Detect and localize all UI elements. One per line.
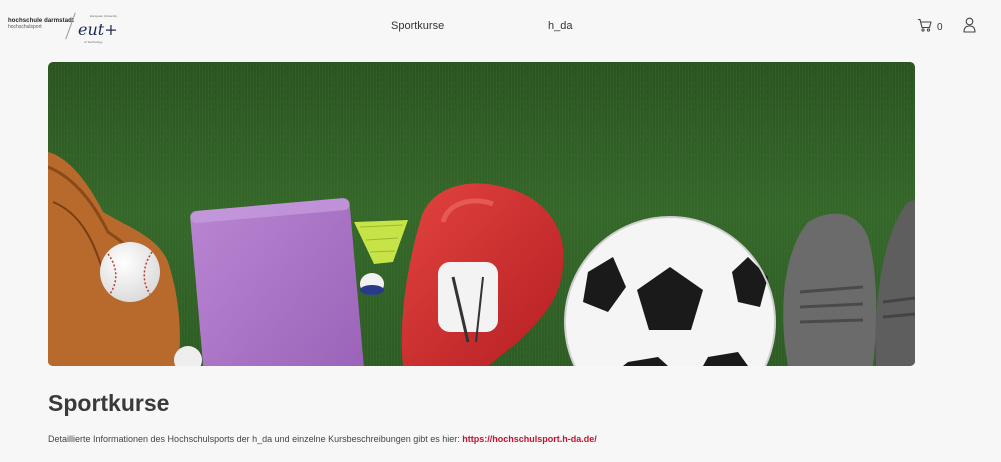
- site-header: hochschule darmstadt hochschulsport Euro…: [0, 0, 1001, 56]
- user-button[interactable]: [963, 17, 976, 38]
- hda-logo[interactable]: hochschule darmstadt hochschulsport: [8, 18, 74, 30]
- eut-logo-text: eut+: [78, 20, 118, 39]
- hero-image: [48, 62, 915, 366]
- nav-hda[interactable]: h_da: [548, 20, 572, 32]
- cart-count: 0: [937, 22, 943, 33]
- hochschulsport-link[interactable]: https://hochschulsport.h-da.de/: [462, 434, 597, 444]
- nav-sportkurse[interactable]: Sportkurse: [391, 20, 444, 32]
- user-icon: [963, 17, 976, 37]
- page-description: Detaillierte Informationen des Hochschul…: [48, 434, 597, 444]
- shopping-cart-icon: [917, 18, 932, 37]
- description-text: Detaillierte Informationen des Hochschul…: [48, 434, 463, 444]
- logo-line-2: hochschulsport: [8, 24, 42, 30]
- eut-logo-tag: of Technology: [84, 40, 103, 44]
- cart-button[interactable]: 0: [917, 18, 943, 37]
- eut-logo-small: European University: [90, 14, 118, 18]
- page-title: Sportkurse: [48, 390, 170, 416]
